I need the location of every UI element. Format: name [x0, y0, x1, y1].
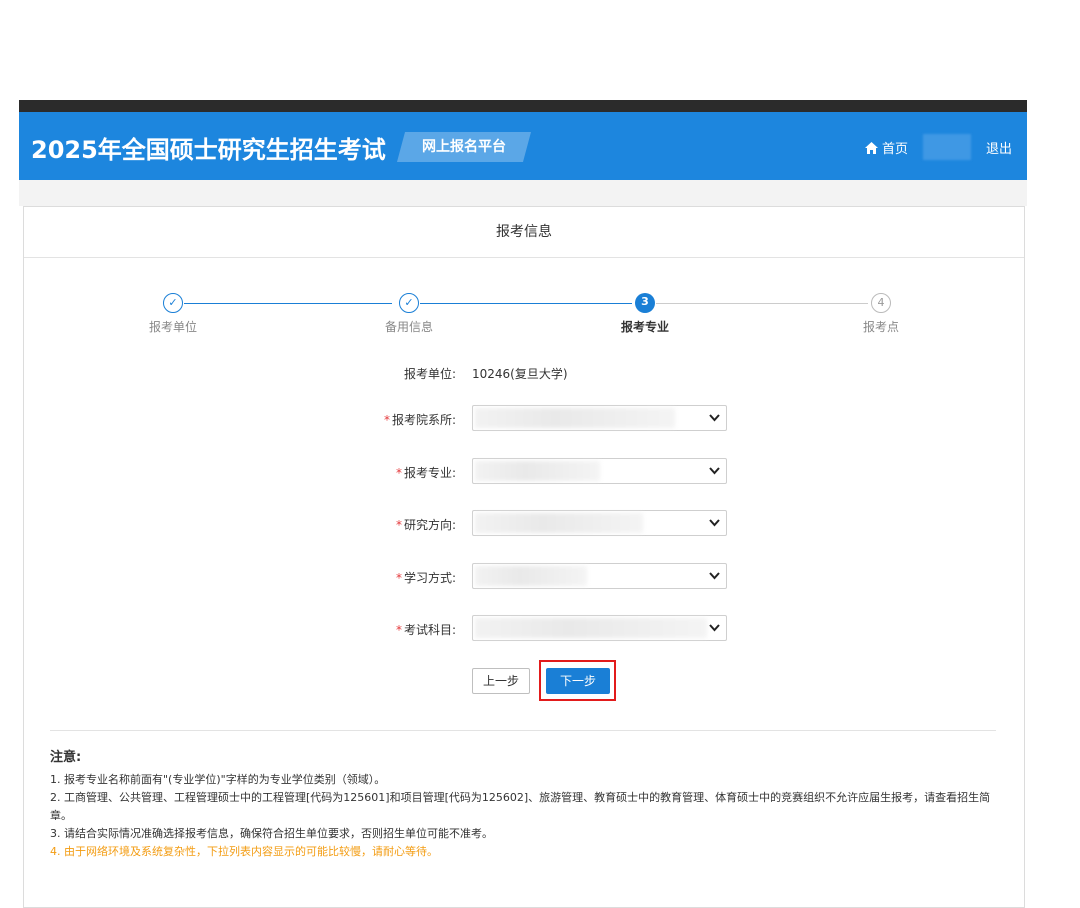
step-1-label: 报考单位 — [148, 320, 197, 334]
browser-top-strip — [19, 100, 1027, 112]
notice-title: 注意: — [50, 750, 82, 765]
step-connector-3 — [656, 303, 868, 304]
user-name-blurred — [923, 134, 971, 160]
chevron-down-icon — [709, 467, 720, 475]
subjects-label: * 考试科目: — [395, 623, 456, 637]
notice-section: 注意: 1. 报考专业名称前面有"(专业学位)"字样的为专业学位类别（领域）。 … — [50, 749, 1000, 861]
registration-panel: 报考信息 ✓ 报考单位 ✓ 备用信息 3 报考专业 4 报考点 报考单位: 10… — [23, 206, 1025, 908]
step-connector-2 — [420, 303, 632, 304]
home-icon — [865, 141, 878, 154]
selected-value-blurred — [475, 566, 587, 586]
panel-title: 报考信息 — [24, 207, 1024, 258]
direction-select[interactable] — [472, 510, 727, 536]
step-4-label: 报考点 — [862, 320, 899, 334]
required-mark: * — [395, 466, 402, 480]
subjects-row: * 考试科目: — [24, 615, 1024, 645]
step-1-check-icon: ✓ — [163, 293, 183, 313]
chevron-down-icon — [709, 624, 720, 632]
home-link-label: 首页 — [882, 142, 909, 157]
chevron-down-icon — [709, 572, 720, 580]
step-4-marker: 4 — [871, 293, 891, 313]
logout-link[interactable]: 退出 — [986, 138, 1012, 157]
notice-item-1: 1. 报考专业名称前面有"(专业学位)"字样的为专业学位类别（领域）。 — [50, 773, 386, 786]
notice-item-3: 3. 请结合实际情况准确选择报考信息，确保符合招生单位要求，否则招生单位可能不准… — [50, 827, 493, 840]
selected-value-blurred — [475, 408, 675, 428]
prev-step-button[interactable]: 上一步 — [472, 668, 530, 694]
platform-label: 网上报名平台 — [422, 139, 506, 155]
step-2-label: 备用信息 — [384, 320, 433, 334]
step-3-label: 报考专业 — [620, 320, 669, 334]
selected-value-blurred — [475, 618, 707, 638]
major-label: * 报考专业: — [395, 466, 456, 480]
department-select[interactable] — [472, 405, 727, 431]
required-mark: * — [395, 623, 402, 637]
major-select[interactable] — [472, 458, 727, 484]
required-mark: * — [383, 413, 390, 427]
major-row: * 报考专业: — [24, 458, 1024, 488]
study-mode-row: * 学习方式: — [24, 563, 1024, 593]
required-mark: * — [395, 571, 402, 585]
step-2-check-icon: ✓ — [399, 293, 419, 313]
study-mode-select[interactable] — [472, 563, 727, 589]
direction-row: * 研究方向: — [24, 510, 1024, 540]
step-3-marker: 3 — [635, 293, 655, 313]
unit-value: 10246(复旦大学) — [472, 367, 568, 381]
home-link[interactable]: 首页 — [865, 138, 908, 157]
department-label: * 报考院系所: — [383, 413, 456, 427]
direction-label: * 研究方向: — [395, 518, 456, 532]
selected-value-blurred — [475, 461, 600, 481]
divider — [50, 730, 996, 731]
department-row: * 报考院系所: — [24, 405, 1024, 435]
study-mode-label: * 学习方式: — [395, 571, 456, 585]
unit-label: 报考单位: — [403, 367, 456, 381]
site-header: 2025年全国硕士研究生招生考试 网上报名平台 首页 退出 — [19, 112, 1027, 180]
step-connector-1 — [184, 303, 392, 304]
unit-row: 报考单位: 10246(复旦大学) — [24, 359, 1024, 389]
subjects-select[interactable] — [472, 615, 727, 641]
platform-badge: 网上报名平台 — [396, 132, 532, 162]
required-mark: * — [395, 518, 402, 532]
site-title: 2025年全国硕士研究生招生考试 — [31, 136, 386, 164]
notice-item-4: 4. 由于网络环境及系统复杂性，下拉列表内容显示的可能比较慢，请耐心等待。 — [50, 845, 438, 858]
chevron-down-icon — [709, 519, 720, 527]
content-top-gap — [19, 180, 1027, 206]
next-step-button[interactable]: 下一步 — [546, 668, 610, 694]
notice-item-2: 2. 工商管理、公共管理、工程管理硕士中的工程管理[代码为125601]和项目管… — [50, 791, 991, 822]
selected-value-blurred — [475, 513, 643, 533]
chevron-down-icon — [709, 414, 720, 422]
